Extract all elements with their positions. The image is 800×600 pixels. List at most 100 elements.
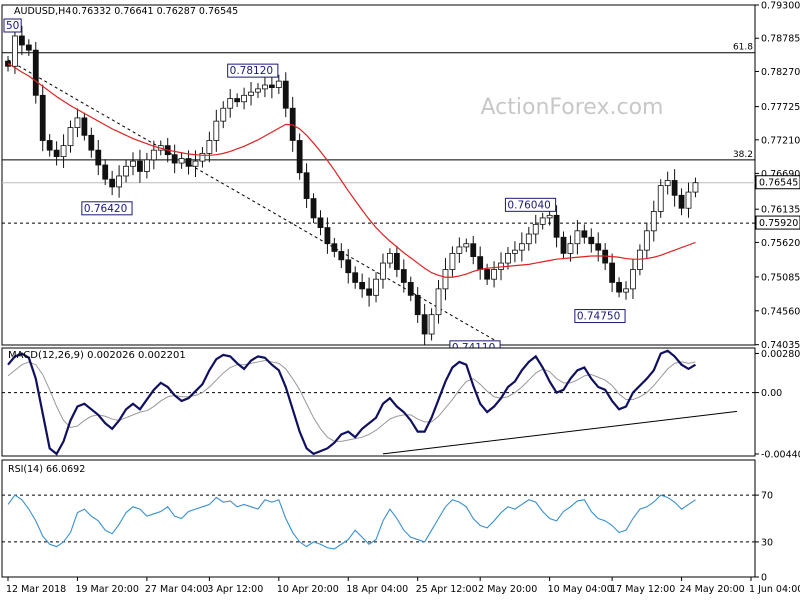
candle-body [317, 217, 324, 228]
annotation-078120-text: 0.78120 [230, 65, 273, 77]
candle-body [491, 269, 497, 280]
candle-body [387, 252, 393, 264]
candle-body [636, 249, 643, 270]
rsi-plot-area [1, 459, 756, 578]
candle-body [241, 94, 247, 103]
time-tick-label: 27 Mar 04:00 [145, 584, 208, 595]
candle-body [275, 80, 282, 88]
candle-body [95, 149, 102, 166]
support-price-tag: 0.75920 [755, 215, 800, 230]
candle-body [574, 230, 581, 245]
support-tag-text: 0.75920 [759, 218, 798, 229]
candle-body [380, 262, 386, 280]
candle-body [109, 178, 116, 188]
candle-body [685, 191, 692, 209]
candle-body [262, 84, 268, 90]
current-price-tag: 0.76545 [755, 175, 800, 190]
price-axis-tick-label: 0.79300 [761, 1, 800, 12]
price-axis-tick-label: 0.75085 [761, 272, 800, 283]
candle-body [512, 249, 518, 254]
rsi-axis-tick-label: 70 [761, 491, 773, 502]
candle-body [470, 243, 477, 258]
price-axis-tick-label: 0.76135 [761, 205, 800, 216]
annotation-076040: 0.76040 [504, 197, 557, 212]
candle-body [546, 214, 553, 219]
candle-body [678, 194, 685, 209]
candle-body [234, 98, 241, 103]
candle-body [435, 288, 442, 316]
candle-body [303, 172, 310, 199]
candle-body [12, 35, 18, 67]
candle-body [609, 262, 616, 283]
price-axis-tick-label: 0.77210 [761, 135, 800, 146]
candle-body [310, 198, 317, 219]
candle-body [373, 278, 379, 296]
annotation-076420: 0.76420 [81, 201, 133, 216]
price-axis-tick-label: 0.78270 [761, 67, 800, 78]
candle-body [518, 243, 525, 251]
candle-body [81, 117, 88, 136]
candle-body [282, 80, 289, 109]
price-axis-tick-label: 0.77725 [761, 102, 800, 113]
candle-body [664, 180, 671, 187]
annotation-074750: 0.74750 [574, 309, 626, 324]
candle-body [643, 230, 650, 251]
annotation-074750-text: 0.74750 [577, 311, 620, 323]
candle-body [456, 246, 463, 254]
candle-body [227, 98, 234, 109]
chart-title: AUDUSD,H4 [14, 6, 71, 17]
candle-body [532, 223, 539, 235]
candle-body [25, 44, 32, 51]
candle-body [143, 159, 150, 172]
fib-level-label: 38.2 [733, 150, 753, 160]
candle-body [345, 259, 352, 274]
candle-body [553, 214, 560, 238]
candle-body [623, 288, 629, 293]
candle-body [505, 252, 511, 264]
candle-body [414, 294, 421, 316]
candle-body [588, 236, 595, 245]
rsi-axis-tick-label: 0 [761, 573, 767, 584]
annotation-076040-text: 0.76040 [507, 199, 550, 211]
candle-body [560, 236, 567, 254]
macd-title: MACD(12,26,9) 0.002026 0.002201 [8, 350, 186, 361]
candle-body [199, 152, 206, 162]
macd-panel: 0.002809 0.00 -0.004403 [1, 347, 800, 460]
candle-body [185, 158, 192, 167]
time-tick-label: 10 Apr 20:00 [277, 584, 339, 595]
macd-plot-area [1, 347, 756, 457]
candle-body [581, 230, 588, 238]
time-tick-label: 10 May 04:00 [548, 584, 613, 595]
price-axis-tick-label: 0.78785 [761, 34, 800, 45]
ohlc-values: 0.76332 0.76641 0.76287 0.76545 [72, 6, 238, 17]
macd-axis-tick-label: 0.00 [761, 388, 782, 399]
rsi-panel: 70 30 0 [1, 459, 773, 584]
candle-body [616, 282, 622, 293]
candle-body [449, 252, 456, 270]
candle-body [102, 164, 109, 180]
time-tick-label: 2 May 20:00 [478, 584, 537, 595]
price-panel: 0.793000.787850.782700.777250.772100.766… [1, 1, 800, 355]
rsi-title: RSI(14) 66.0692 [8, 464, 85, 475]
candle-body [630, 269, 636, 290]
time-tick-label: 1 Jun 04:00 [749, 584, 800, 595]
candle-body [53, 149, 60, 158]
candle-body [359, 282, 366, 290]
price-axis-tick-label: 0.74560 [761, 306, 800, 317]
candle-body [525, 233, 532, 245]
time-tick-label: 17 May 12:00 [610, 584, 675, 595]
macd-axis-tick-label: 0.002809 [761, 349, 800, 360]
rsi-axis-tick-label: 30 [761, 537, 773, 548]
candle-body [393, 252, 400, 270]
candle-body [268, 84, 275, 88]
candle-body [650, 211, 657, 232]
candle-body [352, 272, 359, 283]
candle-body [171, 154, 178, 164]
candle-body [137, 160, 143, 172]
candle-body [657, 185, 664, 212]
candle-body [18, 35, 25, 46]
price-axis-tick-label: 0.75620 [761, 238, 800, 249]
time-tick-label: 25 Apr 12:00 [416, 584, 478, 595]
fib-level-label: 61.8 [733, 43, 753, 53]
candle-body [296, 140, 303, 174]
